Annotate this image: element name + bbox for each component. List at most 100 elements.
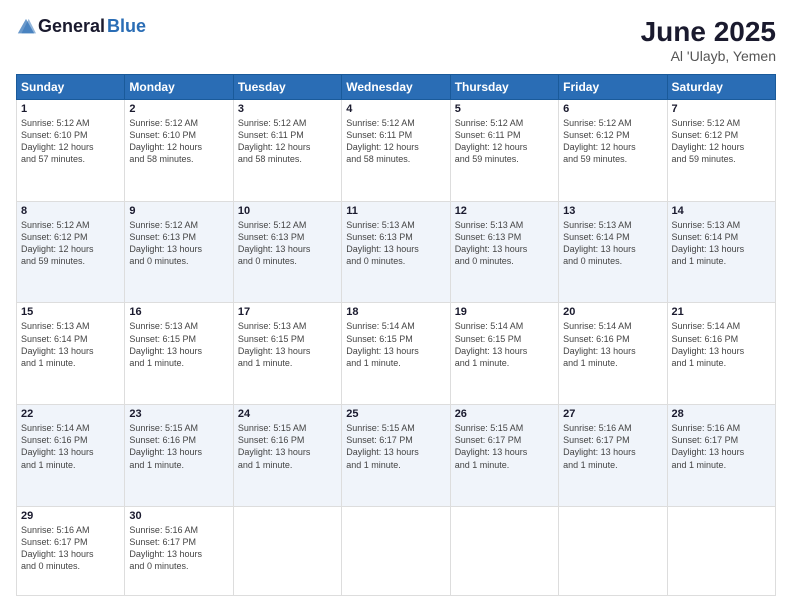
day-number: 10 — [238, 205, 337, 217]
day-info: Sunrise: 5:12 AM Sunset: 6:11 PM Dayligh… — [346, 117, 445, 166]
calendar-cell: 11 Sunrise: 5:13 AM Sunset: 6:13 PM Dayli… — [342, 201, 450, 303]
day-number: 20 — [563, 306, 662, 318]
day-number: 19 — [455, 306, 554, 318]
calendar-cell: 8 Sunrise: 5:12 AM Sunset: 6:12 PM Daylig… — [17, 201, 125, 303]
calendar-table: SundayMondayTuesdayWednesdayThursdayFrid… — [16, 74, 776, 596]
logo-text: GeneralBlue — [16, 16, 146, 37]
calendar-cell: 1 Sunrise: 5:12 AM Sunset: 6:10 PM Daylig… — [17, 100, 125, 202]
day-info: Sunrise: 5:16 AM Sunset: 6:17 PM Dayligh… — [563, 422, 662, 471]
day-info: Sunrise: 5:15 AM Sunset: 6:17 PM Dayligh… — [346, 422, 445, 471]
weekday-header: Sunday — [17, 75, 125, 100]
day-number: 5 — [455, 103, 554, 115]
weekday-header: Saturday — [667, 75, 775, 100]
calendar-cell: 10 Sunrise: 5:12 AM Sunset: 6:13 PM Dayli… — [233, 201, 341, 303]
day-number: 18 — [346, 306, 445, 318]
day-info: Sunrise: 5:13 AM Sunset: 6:15 PM Dayligh… — [129, 320, 228, 369]
day-number: 11 — [346, 205, 445, 217]
calendar-cell: 29 Sunrise: 5:16 AM Sunset: 6:17 PM Dayli… — [17, 506, 125, 595]
day-number: 6 — [563, 103, 662, 115]
calendar-cell: 16 Sunrise: 5:13 AM Sunset: 6:15 PM Dayli… — [125, 303, 233, 405]
calendar-cell — [450, 506, 558, 595]
day-info: Sunrise: 5:12 AM Sunset: 6:13 PM Dayligh… — [238, 219, 337, 268]
calendar-week-row: 1 Sunrise: 5:12 AM Sunset: 6:10 PM Daylig… — [17, 100, 776, 202]
day-number: 17 — [238, 306, 337, 318]
calendar-cell: 15 Sunrise: 5:13 AM Sunset: 6:14 PM Dayli… — [17, 303, 125, 405]
day-info: Sunrise: 5:16 AM Sunset: 6:17 PM Dayligh… — [129, 524, 228, 573]
day-number: 12 — [455, 205, 554, 217]
day-info: Sunrise: 5:16 AM Sunset: 6:17 PM Dayligh… — [21, 524, 120, 573]
day-info: Sunrise: 5:13 AM Sunset: 6:14 PM Dayligh… — [563, 219, 662, 268]
calendar-cell: 27 Sunrise: 5:16 AM Sunset: 6:17 PM Dayli… — [559, 405, 667, 507]
day-info: Sunrise: 5:13 AM Sunset: 6:14 PM Dayligh… — [21, 320, 120, 369]
calendar-header-row: SundayMondayTuesdayWednesdayThursdayFrid… — [17, 75, 776, 100]
calendar-week-row: 22 Sunrise: 5:14 AM Sunset: 6:16 PM Dayli… — [17, 405, 776, 507]
day-info: Sunrise: 5:13 AM Sunset: 6:15 PM Dayligh… — [238, 320, 337, 369]
header: GeneralBlue June 2025 Al 'Ulayb, Yemen — [16, 16, 776, 64]
calendar-cell: 4 Sunrise: 5:12 AM Sunset: 6:11 PM Daylig… — [342, 100, 450, 202]
logo-blue-text: Blue — [107, 16, 146, 37]
day-number: 15 — [21, 306, 120, 318]
weekday-header: Monday — [125, 75, 233, 100]
calendar-cell: 23 Sunrise: 5:15 AM Sunset: 6:16 PM Dayli… — [125, 405, 233, 507]
weekday-header: Wednesday — [342, 75, 450, 100]
day-number: 4 — [346, 103, 445, 115]
calendar-week-row: 29 Sunrise: 5:16 AM Sunset: 6:17 PM Dayli… — [17, 506, 776, 595]
calendar-cell: 17 Sunrise: 5:13 AM Sunset: 6:15 PM Dayli… — [233, 303, 341, 405]
calendar-cell: 21Sunrise: 5:14 AM Sunset: 6:16 PM Dayli… — [667, 303, 775, 405]
day-number: 28 — [672, 408, 771, 420]
calendar-cell — [667, 506, 775, 595]
weekday-header: Thursday — [450, 75, 558, 100]
day-number: 9 — [129, 205, 228, 217]
calendar-cell: 25Sunrise: 5:15 AM Sunset: 6:17 PM Dayli… — [342, 405, 450, 507]
calendar-cell: 20 Sunrise: 5:14 AM Sunset: 6:16 PM Dayli… — [559, 303, 667, 405]
calendar-cell: 7 Sunrise: 5:12 AM Sunset: 6:12 PM Daylig… — [667, 100, 775, 202]
calendar-cell — [559, 506, 667, 595]
day-info: Sunrise: 5:14 AM Sunset: 6:16 PM Dayligh… — [21, 422, 120, 471]
day-info: Sunrise: 5:13 AM Sunset: 6:13 PM Dayligh… — [346, 219, 445, 268]
day-number: 16 — [129, 306, 228, 318]
weekday-header: Friday — [559, 75, 667, 100]
calendar-cell: 28 Sunrise: 5:16 AM Sunset: 6:17 PM Dayli… — [667, 405, 775, 507]
day-info: Sunrise: 5:14 AM Sunset: 6:15 PM Dayligh… — [346, 320, 445, 369]
day-info: Sunrise: 5:12 AM Sunset: 6:10 PM Dayligh… — [21, 117, 120, 166]
calendar-cell: 3Sunrise: 5:12 AM Sunset: 6:11 PM Daylig… — [233, 100, 341, 202]
calendar-cell: 18 Sunrise: 5:14 AM Sunset: 6:15 PM Dayli… — [342, 303, 450, 405]
day-number: 22 — [21, 408, 120, 420]
day-number: 2 — [129, 103, 228, 115]
calendar-cell — [233, 506, 341, 595]
day-info: Sunrise: 5:15 AM Sunset: 6:17 PM Dayligh… — [455, 422, 554, 471]
day-info: Sunrise: 5:13 AM Sunset: 6:13 PM Dayligh… — [455, 219, 554, 268]
day-number: 14 — [672, 205, 771, 217]
day-number: 3 — [238, 103, 337, 115]
logo-icon — [16, 17, 36, 37]
calendar-week-row: 8 Sunrise: 5:12 AM Sunset: 6:12 PM Daylig… — [17, 201, 776, 303]
day-number: 27 — [563, 408, 662, 420]
calendar-cell: 12 Sunrise: 5:13 AM Sunset: 6:13 PM Dayli… — [450, 201, 558, 303]
day-info: Sunrise: 5:12 AM Sunset: 6:12 PM Dayligh… — [672, 117, 771, 166]
page: GeneralBlue June 2025 Al 'Ulayb, Yemen S… — [0, 0, 792, 612]
day-number: 24 — [238, 408, 337, 420]
month-title: June 2025 — [641, 16, 776, 48]
calendar-cell: 22 Sunrise: 5:14 AM Sunset: 6:16 PM Dayli… — [17, 405, 125, 507]
day-info: Sunrise: 5:16 AM Sunset: 6:17 PM Dayligh… — [672, 422, 771, 471]
calendar-cell: 19Sunrise: 5:14 AM Sunset: 6:15 PM Dayli… — [450, 303, 558, 405]
day-info: Sunrise: 5:15 AM Sunset: 6:16 PM Dayligh… — [129, 422, 228, 471]
calendar-cell: 14Sunrise: 5:13 AM Sunset: 6:14 PM Dayli… — [667, 201, 775, 303]
day-number: 7 — [672, 103, 771, 115]
day-number: 29 — [21, 510, 120, 522]
day-number: 8 — [21, 205, 120, 217]
day-number: 1 — [21, 103, 120, 115]
day-info: Sunrise: 5:12 AM Sunset: 6:12 PM Dayligh… — [563, 117, 662, 166]
day-info: Sunrise: 5:12 AM Sunset: 6:11 PM Dayligh… — [455, 117, 554, 166]
day-info: Sunrise: 5:14 AM Sunset: 6:16 PM Dayligh… — [672, 320, 771, 369]
day-number: 30 — [129, 510, 228, 522]
logo: GeneralBlue — [16, 16, 146, 37]
calendar-cell: 13Sunrise: 5:13 AM Sunset: 6:14 PM Dayli… — [559, 201, 667, 303]
day-info: Sunrise: 5:12 AM Sunset: 6:10 PM Dayligh… — [129, 117, 228, 166]
calendar-cell: 30 Sunrise: 5:16 AM Sunset: 6:17 PM Dayli… — [125, 506, 233, 595]
calendar-cell: 6 Sunrise: 5:12 AM Sunset: 6:12 PM Daylig… — [559, 100, 667, 202]
day-number: 23 — [129, 408, 228, 420]
calendar-cell: 9Sunrise: 5:12 AM Sunset: 6:13 PM Daylig… — [125, 201, 233, 303]
day-info: Sunrise: 5:12 AM Sunset: 6:12 PM Dayligh… — [21, 219, 120, 268]
day-info: Sunrise: 5:14 AM Sunset: 6:16 PM Dayligh… — [563, 320, 662, 369]
